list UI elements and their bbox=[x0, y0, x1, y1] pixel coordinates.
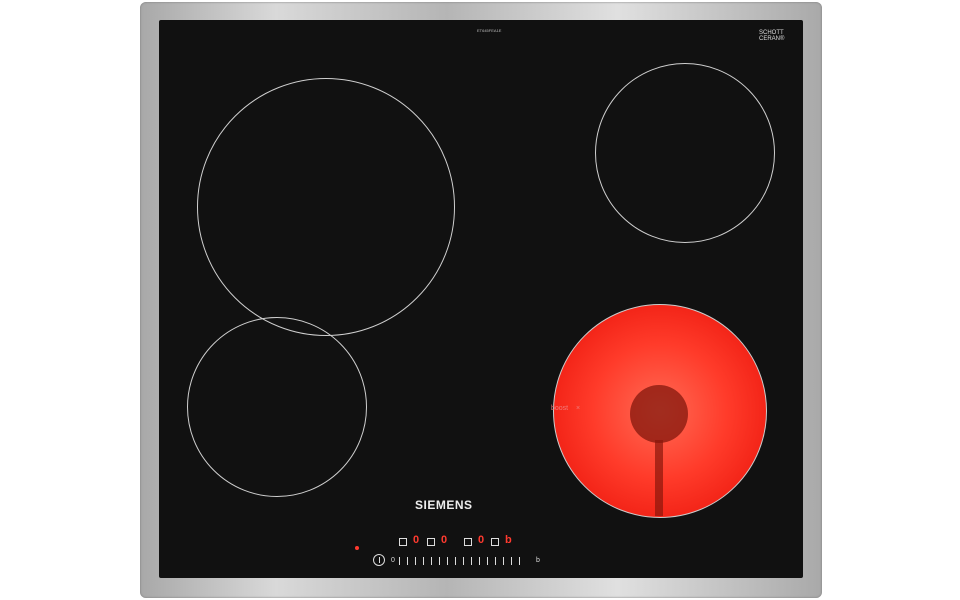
slider-min-label: 0 bbox=[391, 557, 395, 564]
cooking-zone-back-left bbox=[197, 78, 455, 336]
zone-selector-3-icon[interactable] bbox=[464, 538, 472, 546]
heating-zone-front-right bbox=[553, 304, 767, 518]
zone-selector-2-icon[interactable] bbox=[427, 538, 435, 546]
heating-stem bbox=[655, 440, 663, 516]
ceramic-glass-cooktop: ET645FEA1E SCHOTT CERAN® boost × SIEMENS… bbox=[159, 20, 803, 578]
model-label: ET645FEA1E bbox=[477, 28, 502, 33]
heating-core bbox=[630, 385, 688, 443]
zone-selector-1-icon[interactable] bbox=[399, 538, 407, 546]
schott-cerane-logo: SCHOTT CERAN® bbox=[759, 30, 784, 42]
cerane-label: CERAN® bbox=[759, 36, 785, 42]
power-slider[interactable] bbox=[399, 557, 527, 565]
boost-symbol: × bbox=[576, 405, 581, 412]
zone-display-3: 0 bbox=[478, 534, 485, 546]
zone-display-2: 0 bbox=[441, 534, 448, 546]
slider-boost-label: b bbox=[536, 557, 540, 564]
cooking-zone-front-left bbox=[187, 317, 367, 497]
power-indicator-dot bbox=[355, 546, 359, 550]
brand-logo: SIEMENS bbox=[415, 498, 473, 512]
zone-display-4: b bbox=[505, 534, 512, 546]
cooking-zone-back-right bbox=[595, 63, 775, 243]
power-button[interactable] bbox=[373, 554, 385, 566]
boost-label: boost bbox=[551, 405, 569, 412]
zone-selector-4-icon[interactable] bbox=[491, 538, 499, 546]
zone-display-1: 0 bbox=[413, 534, 420, 546]
